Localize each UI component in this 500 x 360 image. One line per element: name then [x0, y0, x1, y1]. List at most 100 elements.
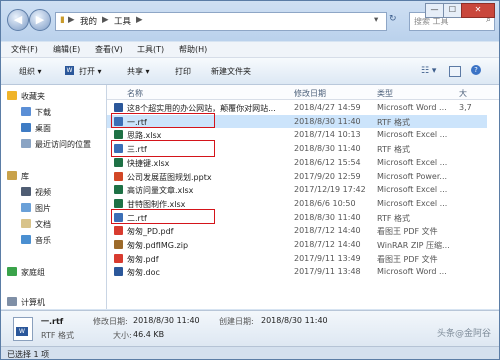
file-row[interactable]: 匆匆.pdf 2017/9/11 13:49 看图王 PDF 文件 [107, 252, 487, 265]
column-type[interactable]: 类型 [377, 88, 393, 99]
file-row[interactable]: 匆匆.pdfIMG.zip 2018/7/12 14:40 WinRAR ZIP 压… [107, 238, 487, 251]
file-date: 2018/7/14 10:13 [294, 130, 361, 140]
details-size: 46.4 KB [133, 330, 165, 339]
pdf-file-icon [114, 226, 123, 236]
zip-file-icon [114, 240, 123, 249]
file-date: 2018/8/30 11:40 [294, 144, 361, 154]
word-file-icon [114, 267, 123, 277]
breadcrumb-separator: ▶ [68, 15, 75, 25]
column-date[interactable]: 修改日期 [294, 88, 326, 99]
annotation-box [111, 208, 215, 224]
print-button[interactable]: 打印 [175, 66, 191, 77]
downloads-icon [21, 107, 31, 116]
file-date: 2017/9/11 13:49 [294, 253, 361, 263]
file-type: Microsoft Word ... [377, 267, 447, 277]
status-bar: 已选择 1 项 [1, 346, 499, 359]
annotation-box [111, 112, 215, 128]
refresh-icon[interactable]: ↻ [389, 14, 397, 24]
menu-tools[interactable]: 工具(T) [137, 44, 164, 55]
column-name[interactable]: 名称 [127, 88, 143, 99]
nav-videos[interactable]: 视频 [21, 187, 51, 198]
help-icon[interactable]: ? [471, 65, 481, 75]
menu-help[interactable]: 帮助(H) [179, 44, 207, 55]
minimize-button[interactable]: — [425, 3, 444, 18]
maximize-button[interactable]: ☐ [443, 3, 462, 18]
column-size[interactable]: 大 [459, 88, 467, 99]
desktop-icon [21, 123, 31, 132]
music-icon [21, 235, 31, 244]
file-date: 2017/12/19 17:42 [294, 185, 366, 195]
file-name: 公司发展蓝图规划.pptx [127, 172, 212, 182]
word-file-icon [114, 103, 123, 112]
file-date: 2017/9/20 12:59 [294, 171, 361, 181]
back-button[interactable]: ◀ [7, 9, 29, 31]
file-type: RTF 格式 [377, 117, 411, 127]
organize-button[interactable]: 组织 ▾ [19, 66, 42, 77]
preview-pane-icon[interactable] [449, 66, 461, 77]
pictures-icon [21, 203, 31, 212]
recent-places-icon [21, 139, 31, 148]
nav-desktop[interactable]: 桌面 [21, 123, 51, 134]
file-type: RTF 格式 [377, 213, 411, 223]
file-row[interactable]: 快捷键.xlsx 2018/6/12 15:54 Microsoft Excel .… [107, 156, 487, 169]
nav-documents[interactable]: 文档 [21, 219, 51, 230]
explorer-window: ◀ ▶ ▮ ▶ 我的 ▶ 工具 ▶ ▾ ↻ 搜索 工具 ⌕ — ☐ ✕ 文件(F… [0, 0, 500, 360]
nav-favorites[interactable]: 收藏夹 [7, 91, 45, 102]
nav-libraries[interactable]: 库 [7, 171, 29, 182]
videos-icon [21, 187, 31, 196]
close-button[interactable]: ✕ [461, 3, 495, 18]
file-size: 3,7 [459, 103, 472, 112]
file-date: 2017/9/11 13:48 [294, 267, 361, 277]
file-name: 匆匆.pdfIMG.zip [127, 241, 189, 250]
nav-computer[interactable]: 计算机 [7, 297, 45, 308]
details-size-label: 大小: [113, 331, 132, 340]
excel-file-icon [114, 198, 123, 208]
nav-pictures[interactable]: 图片 [21, 203, 51, 214]
watermark: 头条@金阿谷 [436, 329, 491, 339]
column-header: 名称 修改日期 类型 大 [107, 85, 499, 100]
file-type: Microsoft Excel ... [377, 157, 448, 167]
open-button[interactable]: 打开 ▾ [79, 66, 102, 77]
new-folder-button[interactable]: 新建文件夹 [211, 66, 251, 77]
nav-homegroup[interactable]: 家庭组 [7, 267, 45, 278]
star-icon [7, 91, 17, 100]
file-date: 2018/7/12 14:40 [294, 226, 361, 236]
file-row[interactable]: 高访问量文章.xlsx 2017/12/19 17:42 Microsoft Exc… [107, 183, 487, 196]
nav-downloads[interactable]: 下载 [21, 107, 51, 118]
file-type: WinRAR ZIP 压缩... [377, 241, 450, 250]
details-modified-label: 修改日期: [93, 317, 128, 326]
address-dropdown-icon[interactable]: ▾ [374, 15, 378, 25]
file-name: 匆匆.pdf [127, 254, 159, 264]
file-type: 看图王 PDF 文件 [377, 227, 438, 237]
command-bar: 组织 ▾ W 打开 ▾ 共享 ▾ 打印 新建文件夹 ☷ ▾ ? [1, 58, 499, 85]
nav-music[interactable]: 音乐 [21, 235, 51, 246]
excel-file-icon [114, 157, 123, 167]
address-bar[interactable]: ▮ ▶ 我的 ▶ 工具 ▶ ▾ [55, 12, 387, 31]
file-row[interactable]: 公司发展蓝图规划.pptx 2017/9/20 12:59 Microsoft Po… [107, 170, 487, 183]
breadcrumb-tools[interactable]: 工具 [114, 15, 131, 27]
homegroup-icon [7, 267, 17, 276]
menu-file[interactable]: 文件(F) [11, 44, 38, 55]
folder-icon: ▮ [60, 15, 65, 25]
file-type: Microsoft Word ... [377, 103, 447, 112]
excel-file-icon [114, 185, 123, 195]
library-icon [7, 171, 17, 180]
computer-icon [7, 297, 17, 306]
forward-button[interactable]: ▶ [29, 9, 51, 31]
breadcrumb-my[interactable]: 我的 [80, 15, 97, 27]
address-area: ◀ ▶ ▮ ▶ 我的 ▶ 工具 ▶ ▾ ↻ 搜索 工具 ⌕ — ☐ ✕ [1, 1, 499, 41]
share-button[interactable]: 共享 ▾ [127, 66, 150, 77]
details-created: 2018/8/30 11:40 [261, 316, 328, 325]
annotation-box [111, 140, 215, 158]
menu-edit[interactable]: 编辑(E) [53, 44, 80, 55]
file-row[interactable]: 匆匆_PD.pdf 2018/7/12 14:40 看图王 PDF 文件 [107, 224, 487, 237]
menu-view[interactable]: 查看(V) [95, 44, 123, 55]
file-type: 看图王 PDF 文件 [377, 254, 438, 264]
file-row[interactable]: 匆匆.doc 2017/9/11 13:48 Microsoft Word ... [107, 265, 487, 278]
nav-recent[interactable]: 最近访问的位置 [21, 139, 91, 150]
file-date: 2018/4/27 14:59 [294, 103, 361, 112]
file-date: 2018/8/30 11:40 [294, 212, 361, 222]
breadcrumb-separator: ▶ [136, 15, 143, 25]
file-type: Microsoft Excel ... [377, 185, 448, 195]
view-options-icon[interactable]: ☷ ▾ [421, 66, 436, 76]
